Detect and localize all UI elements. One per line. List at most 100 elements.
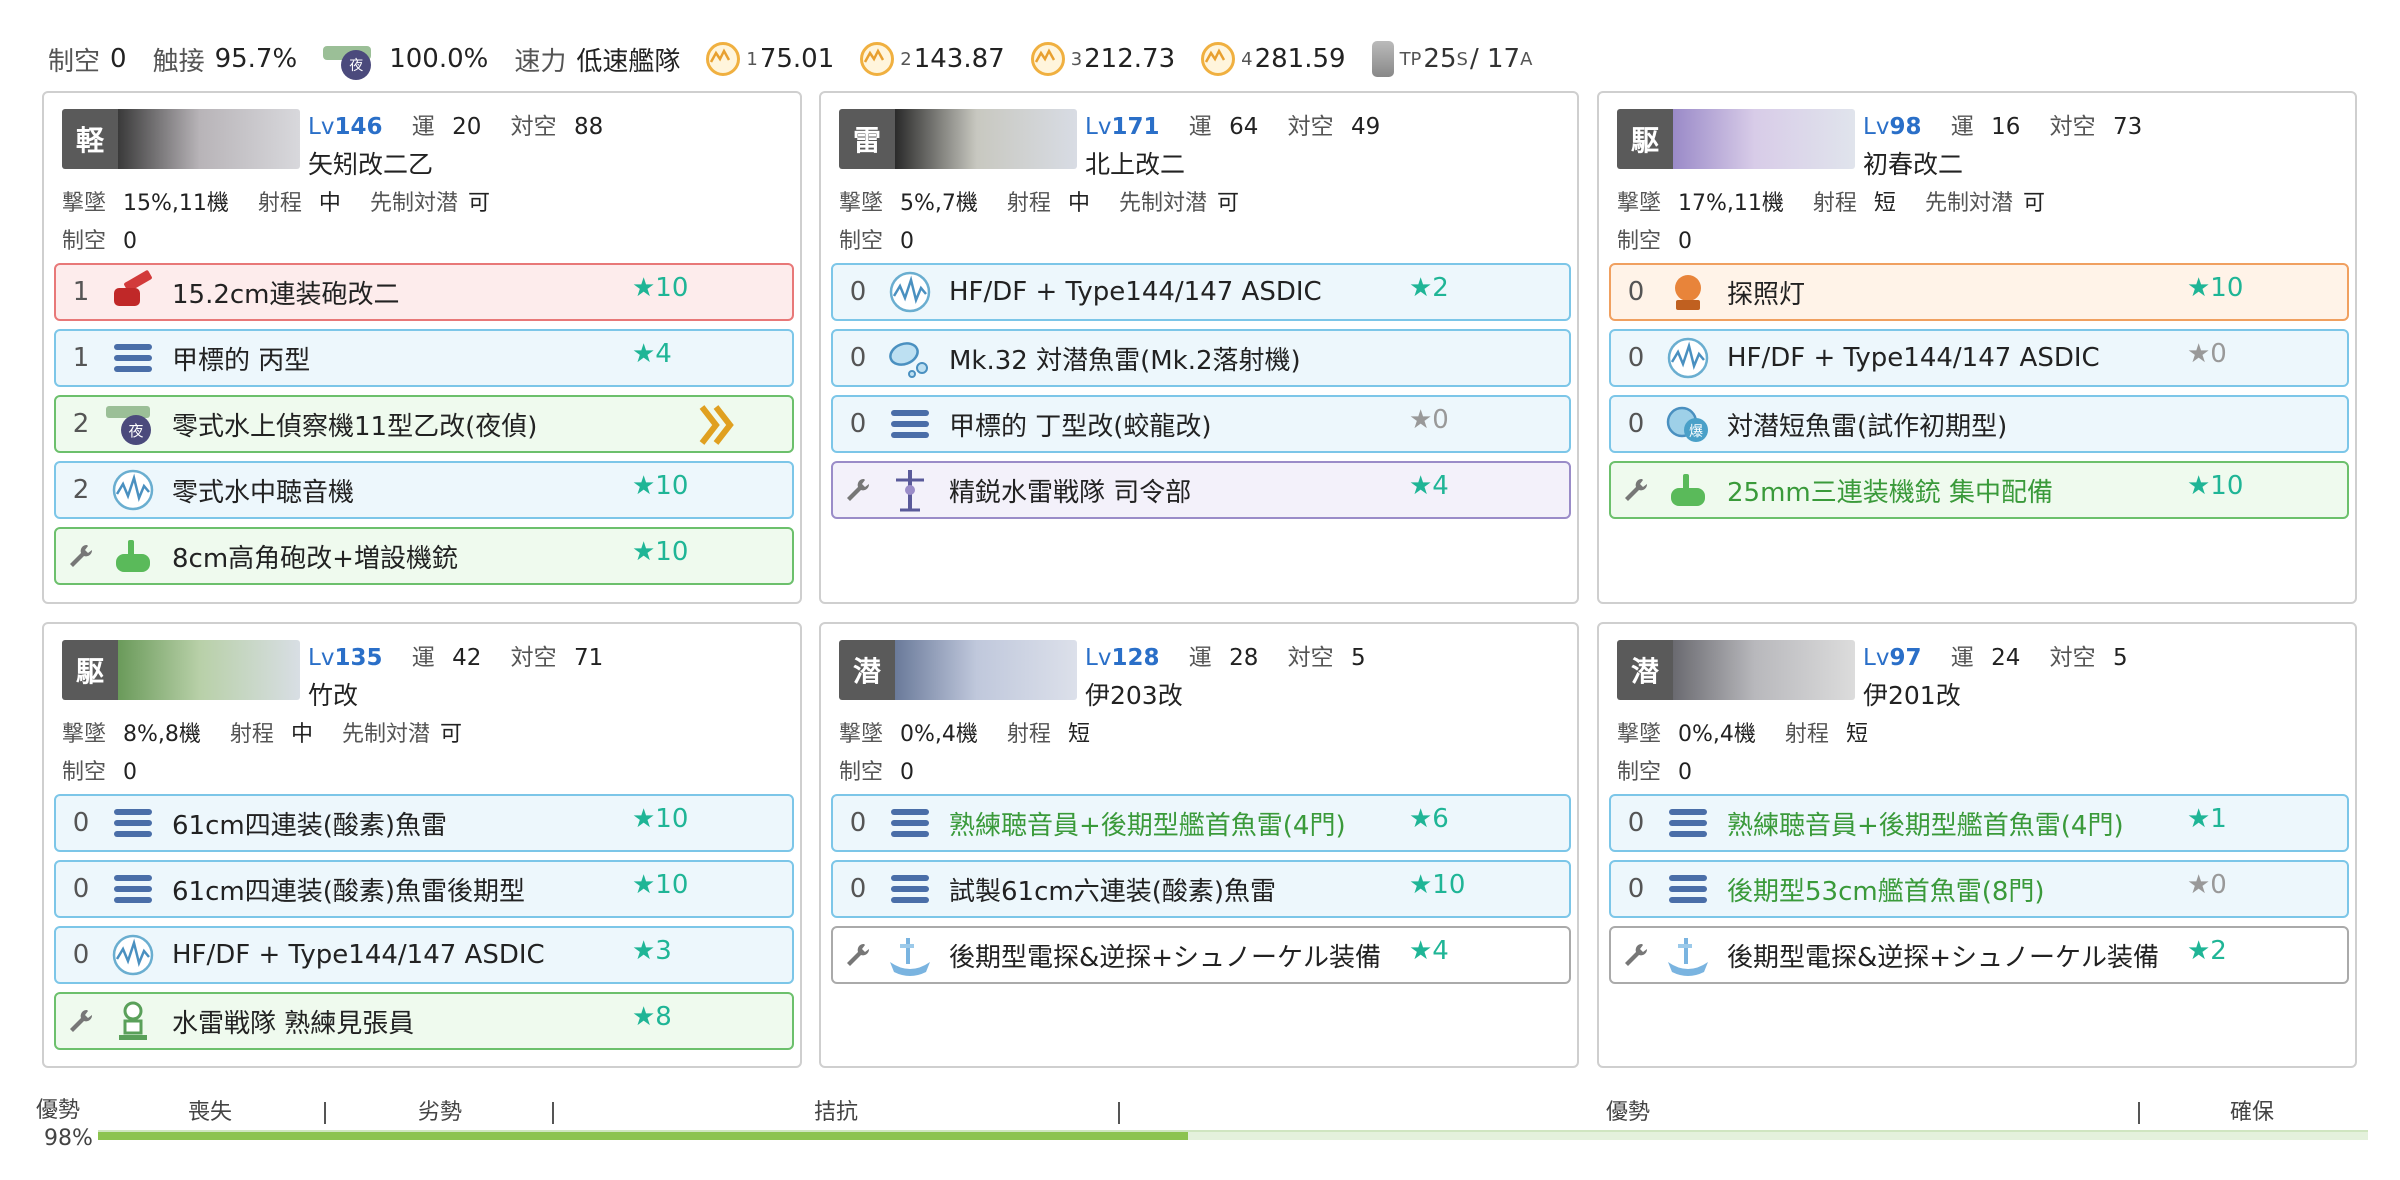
equipment-slot[interactable]: 25mm三連装機銃 集中配備 ★10 xyxy=(1609,461,2349,519)
aa-value: 49 xyxy=(1350,114,1381,140)
air-state-label: 優勢 xyxy=(36,1098,81,1123)
ship-type-badge: 潜 xyxy=(1617,640,1673,700)
oasw-value: 可 xyxy=(1216,191,1239,216)
asw-weapon-icon xyxy=(883,334,937,382)
aa-label: 対空 xyxy=(1287,114,1334,140)
ship-level-line: Lv97 運 24 対空 5 xyxy=(1863,638,2150,672)
slot-aircraft-count: 0 xyxy=(1627,277,1645,307)
shootdown-value: 17%,11機 xyxy=(1678,191,1784,216)
ship-card[interactable]: 駆 Lv98 運 16 対空 73 初春改二 撃墜 17%,11機 射程 短 先… xyxy=(1597,91,2357,604)
tp-label: TP xyxy=(1399,48,1422,70)
equipment-slot[interactable]: 0 甲標的 丁型改(蛟龍改) ★0 xyxy=(831,395,1571,453)
improvement-star: ★2 xyxy=(2187,936,2227,966)
ship-banner[interactable]: 潜 xyxy=(839,640,1077,700)
improvement-star: ★10 xyxy=(632,804,689,834)
ship-name: 伊201改 xyxy=(1863,681,1961,710)
wrench-icon xyxy=(1611,476,1661,504)
ship-portrait xyxy=(895,640,1077,700)
contact-label: 触接 xyxy=(152,46,205,77)
asw-torpedo-icon: 爆 xyxy=(1661,400,1715,448)
ship-banner[interactable]: 駆 xyxy=(1617,109,1855,169)
los-value-2: 143.87 xyxy=(913,44,1005,74)
wrench-icon xyxy=(56,1007,106,1035)
proficiency-chevron-icon xyxy=(696,401,736,453)
ship-card[interactable]: 軽 Lv146 運 20 対空 88 矢矧改二乙 撃墜 15%,11機 射程 中… xyxy=(42,91,802,604)
equipment-slot[interactable]: 0 HF/DF + Type144/147 ASDIC ★0 xyxy=(1609,329,2349,387)
aa-label: 対空 xyxy=(2049,645,2096,671)
ship-stat-line: 撃墜 17%,11機 射程 短 先制対潜可 xyxy=(1617,185,2067,217)
improvement-star: ★3 xyxy=(632,936,672,966)
ship-card[interactable]: 雷 Lv171 運 64 対空 49 北上改二 撃墜 5%,7機 射程 中 先制… xyxy=(819,91,1579,604)
equipment-slot[interactable]: 0 Mk.32 対潜魚雷(Mk.2落射機) xyxy=(831,329,1571,387)
equipment-name: 後期型電探&逆探+シュノーケル装備 xyxy=(1727,942,2160,973)
equipment-slot[interactable]: 後期型電探&逆探+シュノーケル装備 ★4 xyxy=(831,926,1571,984)
slot-aircraft-count: 0 xyxy=(72,940,90,970)
ship-portrait xyxy=(1673,640,1855,700)
slot-aircraft-count: 0 xyxy=(1627,409,1645,439)
tp-a-sub: A xyxy=(1520,48,1533,70)
ship-banner[interactable]: 雷 xyxy=(839,109,1077,169)
shootdown-label: 撃墜 xyxy=(839,722,884,747)
range-value: 短 xyxy=(1067,722,1090,747)
equipment-name: 試製61cm六連装(酸素)魚雷 xyxy=(949,876,1276,907)
ship-banner[interactable]: 駆 xyxy=(62,640,300,700)
shootdown-value: 15%,11機 xyxy=(123,191,229,216)
equipment-slot[interactable]: 0 爆 対潜短魚雷(試作初期型) xyxy=(1609,395,2349,453)
speed-value: 低速艦隊 xyxy=(576,46,681,77)
equipment-name: 探照灯 xyxy=(1727,279,1806,310)
improvement-star: ★10 xyxy=(632,273,689,303)
equipment-slot[interactable]: 0 熟練聴音員+後期型艦首魚雷(4門) ★1 xyxy=(1609,794,2349,852)
equipment-slot[interactable]: 後期型電探&逆探+シュノーケル装備 ★2 xyxy=(1609,926,2349,984)
equipment-slot[interactable]: 0 HF/DF + Type144/147 ASDIC ★2 xyxy=(831,263,1571,321)
equipment-name: 対潜短魚雷(試作初期型) xyxy=(1727,411,2008,442)
equipment-name: 8cm高角砲改+増設機銃 xyxy=(172,543,458,574)
ship-banner[interactable]: 軽 xyxy=(62,109,300,169)
ship-type-badge: 雷 xyxy=(839,109,895,169)
sonar-icon xyxy=(106,931,160,979)
ship-banner[interactable]: 潜 xyxy=(1617,640,1855,700)
los-sub-3: 3 xyxy=(1070,48,1083,70)
ship-card[interactable]: 潜 Lv97 運 24 対空 5 伊201改 撃墜 0%,4機 射程 短 制空 … xyxy=(1597,622,2357,1068)
searchlight-icon xyxy=(1661,268,1715,316)
equipment-slot[interactable]: 1 甲標的 丙型 ★4 xyxy=(54,329,794,387)
sonar-icon xyxy=(883,268,937,316)
ship-portrait xyxy=(118,109,300,169)
torpedo-icon xyxy=(106,865,160,913)
equipment-name: 精鋭水雷戦隊 司令部 xyxy=(949,477,1192,508)
equipment-slot[interactable]: 1 15.2cm連装砲改二 ★10 xyxy=(54,263,794,321)
improvement-star: ★6 xyxy=(1409,804,1449,834)
equipment-slot[interactable]: 精鋭水雷戦隊 司令部 ★4 xyxy=(831,461,1571,519)
equipment-slot[interactable]: 0 HF/DF + Type144/147 ASDIC ★3 xyxy=(54,926,794,984)
equipment-slot[interactable]: 水雷戦隊 熟練見張員 ★8 xyxy=(54,992,794,1050)
equipment-slot[interactable]: 0 試製61cm六連装(酸素)魚雷 ★10 xyxy=(831,860,1571,918)
slot-aircraft-count: 0 xyxy=(72,808,90,838)
equipment-slot[interactable]: 0 61cm四連装(酸素)魚雷後期型 ★10 xyxy=(54,860,794,918)
luck-value: 28 xyxy=(1229,645,1259,671)
aa-value: 88 xyxy=(573,114,604,140)
los-icon xyxy=(1030,42,1065,76)
equipment-slot[interactable]: 0 熟練聴音員+後期型艦首魚雷(4門) ★6 xyxy=(831,794,1571,852)
slot-aircraft-count: 0 xyxy=(1627,343,1645,373)
ship-type-badge: 駆 xyxy=(62,640,118,700)
equipment-slot[interactable]: 0 61cm四連装(酸素)魚雷 ★10 xyxy=(54,794,794,852)
ship-card[interactable]: 潜 Lv128 運 28 対空 5 伊203改 撃墜 0%,4機 射程 短 制空… xyxy=(819,622,1579,1068)
ship-card[interactable]: 駆 Lv135 運 42 対空 71 竹改 撃墜 8%,8機 射程 中 先制対潜… xyxy=(42,622,802,1068)
equipment-slot[interactable]: 2 零式水中聴音機 ★10 xyxy=(54,461,794,519)
air-value: 0 xyxy=(1678,760,1693,785)
luck-value: 20 xyxy=(452,114,482,140)
equipment-slot[interactable]: 0 後期型53cm艦首魚雷(8門) ★0 xyxy=(1609,860,2349,918)
wrench-icon xyxy=(833,941,883,969)
equipment-slot[interactable]: 2 夜 零式水上偵察機11型乙改(夜偵) xyxy=(54,395,794,453)
ship-level: Lv171 xyxy=(1085,114,1160,140)
equipment-slot[interactable]: 0 探照灯 ★10 xyxy=(1609,263,2349,321)
shootdown-value: 8%,8機 xyxy=(123,722,201,747)
ship-name: 北上改二 xyxy=(1085,150,1186,179)
equipment-slot[interactable]: 8cm高角砲改+増設機銃 ★10 xyxy=(54,527,794,585)
equipment-name: 25mm三連装機銃 集中配備 xyxy=(1727,477,2054,508)
range-label: 射程 xyxy=(257,191,302,216)
luck-label: 運 xyxy=(1188,645,1212,671)
ship-type-badge: 軽 xyxy=(62,109,118,169)
air-superiority-bar: 優勢 98% 喪失 劣勢 拮抗 優勢 確保 xyxy=(0,1086,2400,1180)
torpedo-icon xyxy=(106,334,160,382)
segment-superiority: 優勢 xyxy=(1605,1100,1650,1125)
